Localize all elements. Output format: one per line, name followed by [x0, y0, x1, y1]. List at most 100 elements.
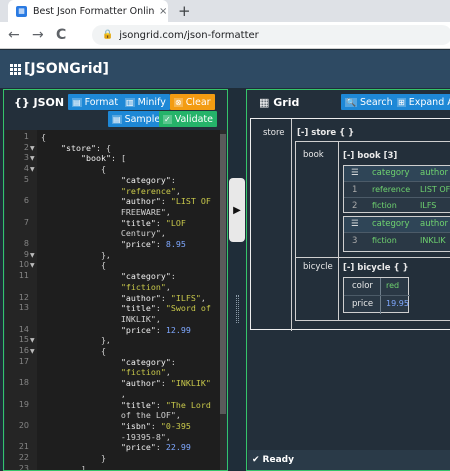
bicycle-toggle[interactable]: [-] bicycle { }: [343, 263, 409, 273]
expand-icon: ⊞: [397, 97, 406, 107]
line-number: 18: [18, 378, 29, 388]
json-panel-title: {} JSON: [14, 96, 65, 109]
column-menu-icon[interactable]: ☰: [351, 168, 359, 178]
play-icon: ▶: [233, 204, 241, 216]
tab-title: Best Json Formatter Online - 202: [33, 5, 155, 17]
column-header-author[interactable]: author: [420, 168, 448, 178]
format-label: Format: [84, 96, 119, 108]
fold-toggle-icon[interactable]: ▼: [30, 262, 35, 269]
clear-label: Clear: [185, 96, 211, 108]
code-line: "fiction",: [120, 367, 171, 378]
resize-handle[interactable]: [236, 295, 239, 323]
table-cell[interactable]: INKLIK: [420, 236, 446, 245]
sample-label: Sample: [124, 113, 161, 125]
format-button[interactable]: ▤ Format: [68, 94, 123, 110]
url-field[interactable]: 🔒 jsongrid.com/json-formatter: [92, 25, 450, 45]
back-icon[interactable]: ←: [8, 27, 20, 43]
column-menu-icon[interactable]: ☰: [351, 219, 359, 229]
clear-icon: ⊗: [174, 97, 183, 107]
table-cell[interactable]: fiction: [372, 201, 397, 210]
new-tab-button[interactable]: +: [178, 2, 191, 20]
code-line: "category":: [120, 174, 176, 185]
json-editor[interactable]: 1 2 ▼ 3 ▼ 4 ▼ 5 6 7 8 9 ▼ 10 ▼ 11 12 13 14 15 ▼ 16 ▼ 17 18 19 20 21…: [5, 130, 226, 470]
code-line: "fiction",: [120, 281, 171, 292]
line-number: 20: [18, 420, 29, 430]
clear-button[interactable]: ⊗ Clear: [170, 94, 215, 110]
column-header-category[interactable]: category: [372, 168, 410, 178]
book-table-b: ☰ category author 3 fiction INKLIK: [343, 216, 450, 252]
line-number: 7: [23, 217, 29, 227]
code-line: "isbn": "0-395: [120, 420, 191, 431]
line-number: 21: [18, 442, 29, 452]
fold-toggle-icon[interactable]: ▼: [30, 155, 35, 162]
code-line: }: [41, 453, 106, 463]
search-button[interactable]: 🔍 Search: [341, 94, 397, 110]
table-cell[interactable]: ILFS: [420, 201, 436, 210]
forward-icon[interactable]: →: [32, 27, 44, 43]
fold-toggle-icon[interactable]: ▼: [30, 252, 35, 259]
line-number: 8: [23, 239, 29, 248]
code-line: ],: [41, 463, 91, 470]
table-cell[interactable]: fiction: [372, 236, 397, 245]
format-icon: ▤: [72, 97, 82, 107]
minify-label: Minify: [137, 96, 166, 108]
code-line: "reference",: [120, 185, 181, 196]
editor-scrollbar[interactable]: [220, 130, 226, 470]
store-key: store: [263, 128, 285, 138]
address-bar: ← → C 🔒 jsongrid.com/json-formatter: [0, 22, 450, 49]
browser-tab[interactable]: ▦ Best Json Formatter Online - 202 ×: [8, 0, 168, 22]
status-text: Ready: [262, 455, 294, 465]
grid-panel: ▦ Grid 🔍Search ⊞Expand All store [-] sto…: [246, 89, 450, 471]
lock-icon: 🔒: [102, 30, 114, 40]
code-line: "price": 12.99: [120, 324, 191, 335]
minify-button[interactable]: ▥ Minify: [121, 94, 170, 110]
code-line: "store": {: [60, 142, 111, 153]
expand-all-button[interactable]: ⊞Expand All: [393, 94, 450, 110]
sample-icon: ▤: [112, 114, 122, 124]
code-line: "book": [: [80, 153, 126, 164]
line-number: 3: [23, 153, 29, 163]
store-toggle[interactable]: [-] store { }: [297, 128, 354, 138]
code-line: },: [41, 249, 111, 260]
column-header-category[interactable]: category: [372, 219, 410, 229]
code-line: "category":: [120, 271, 176, 282]
ready-check-icon: ✔: [252, 455, 260, 465]
fold-toggle-icon[interactable]: ▼: [30, 145, 35, 152]
transfer-to-grid-button[interactable]: ▶: [229, 178, 245, 242]
fold-toggle-icon[interactable]: ▼: [30, 166, 35, 173]
grid-view: store [-] store { } book [-] book [3] ☰ …: [250, 118, 450, 331]
line-number: 10: [18, 260, 29, 270]
table-cell[interactable]: LIST OF F: [420, 185, 450, 194]
line-number: 15: [18, 335, 29, 345]
sample-button[interactable]: ▤ Sample: [108, 111, 165, 127]
search-icon: 🔍: [345, 97, 357, 107]
price-value[interactable]: 19.95: [386, 299, 409, 308]
code-line: {: [41, 346, 106, 356]
tab-close-icon[interactable]: ×: [159, 6, 167, 17]
bicycle-table: color red price 19.95: [343, 277, 410, 314]
app-header: [JSONGrid]: [0, 50, 450, 88]
color-value[interactable]: red: [386, 281, 399, 290]
scrollbar-thumb[interactable]: [220, 134, 226, 414]
validate-label: Validate: [174, 113, 213, 125]
code-line: {: [41, 260, 106, 271]
table-cell[interactable]: reference: [372, 185, 410, 194]
column-header-author[interactable]: author: [420, 219, 448, 229]
code-line: "author": "ILFS",: [120, 292, 206, 303]
fold-toggle-icon[interactable]: ▼: [30, 337, 35, 344]
fold-toggle-icon[interactable]: ▼: [30, 348, 35, 355]
validate-button[interactable]: ✓ Validate: [159, 111, 217, 127]
row-index: 3: [352, 236, 358, 246]
line-number: 6: [23, 196, 29, 206]
code-line: "category":: [120, 356, 176, 367]
book-toggle[interactable]: [-] book [3]: [343, 151, 397, 161]
line-number: 13: [18, 303, 29, 313]
line-number: 5: [23, 174, 29, 184]
line-number: 22: [18, 453, 29, 462]
reload-icon[interactable]: C: [56, 27, 66, 43]
code-line: "title": "Sword of: [120, 303, 211, 314]
code-line: {: [41, 164, 106, 175]
app-logo-icon: [10, 63, 21, 75]
code-line: "author": "INKLIK": [120, 378, 211, 389]
code-line: "price": 22.99: [120, 442, 191, 453]
